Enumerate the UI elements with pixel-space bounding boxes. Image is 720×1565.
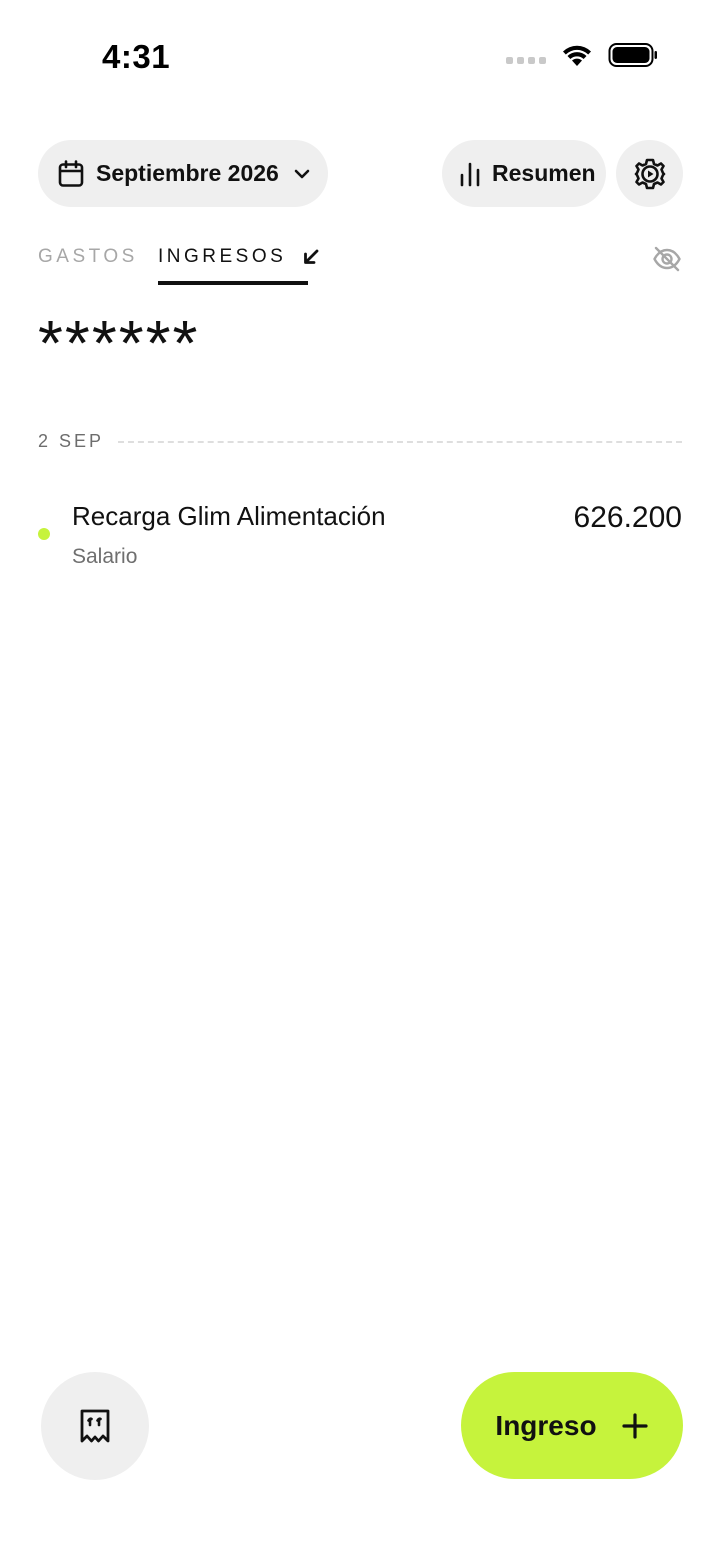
plus-icon xyxy=(621,1412,648,1439)
calendar-icon xyxy=(58,159,84,187)
transaction-row[interactable]: Recarga Glim Alimentación Salario 626.20… xyxy=(38,495,682,585)
arrow-down-left-icon xyxy=(304,249,319,264)
summary-button[interactable]: Resumen xyxy=(442,140,606,207)
date-group-label: 2 SEP xyxy=(38,431,105,451)
status-time: 4:31 xyxy=(102,38,171,75)
add-income-button[interactable]: Ingreso xyxy=(461,1372,683,1479)
bar-chart-icon xyxy=(460,162,480,186)
settings-button[interactable] xyxy=(616,140,683,207)
tab-ingresos-label: INGRESOS xyxy=(158,246,287,267)
tab-gastos[interactable]: GASTOS xyxy=(38,246,138,268)
transaction-amount: 626.200 xyxy=(573,501,682,534)
month-label: Septiembre 2026 xyxy=(96,160,279,186)
masked-total: ****** xyxy=(38,307,200,379)
transaction-title: Recarga Glim Alimentación xyxy=(72,501,386,531)
eye-off-icon[interactable] xyxy=(652,244,682,274)
battery-icon xyxy=(608,43,657,67)
receipt-icon xyxy=(80,1409,110,1443)
category-dot xyxy=(38,528,50,540)
transaction-category: Salario xyxy=(72,545,138,568)
month-selector[interactable]: Septiembre 2026 xyxy=(38,140,328,207)
status-icons xyxy=(506,42,658,68)
gear-icon xyxy=(634,158,665,189)
receipts-button[interactable] xyxy=(41,1372,149,1480)
signal-icon xyxy=(506,56,546,64)
screen: 4:31 Septiembre 2026 Resumen GASTOS INGR… xyxy=(0,0,720,1565)
tab-ingresos[interactable]: INGRESOS xyxy=(158,246,320,268)
date-divider xyxy=(118,441,682,443)
active-tab-indicator xyxy=(158,281,308,285)
chevron-down-icon xyxy=(294,169,310,178)
add-income-label: Ingreso xyxy=(495,1409,597,1441)
summary-label: Resumen xyxy=(492,160,596,186)
wifi-icon xyxy=(563,45,591,66)
